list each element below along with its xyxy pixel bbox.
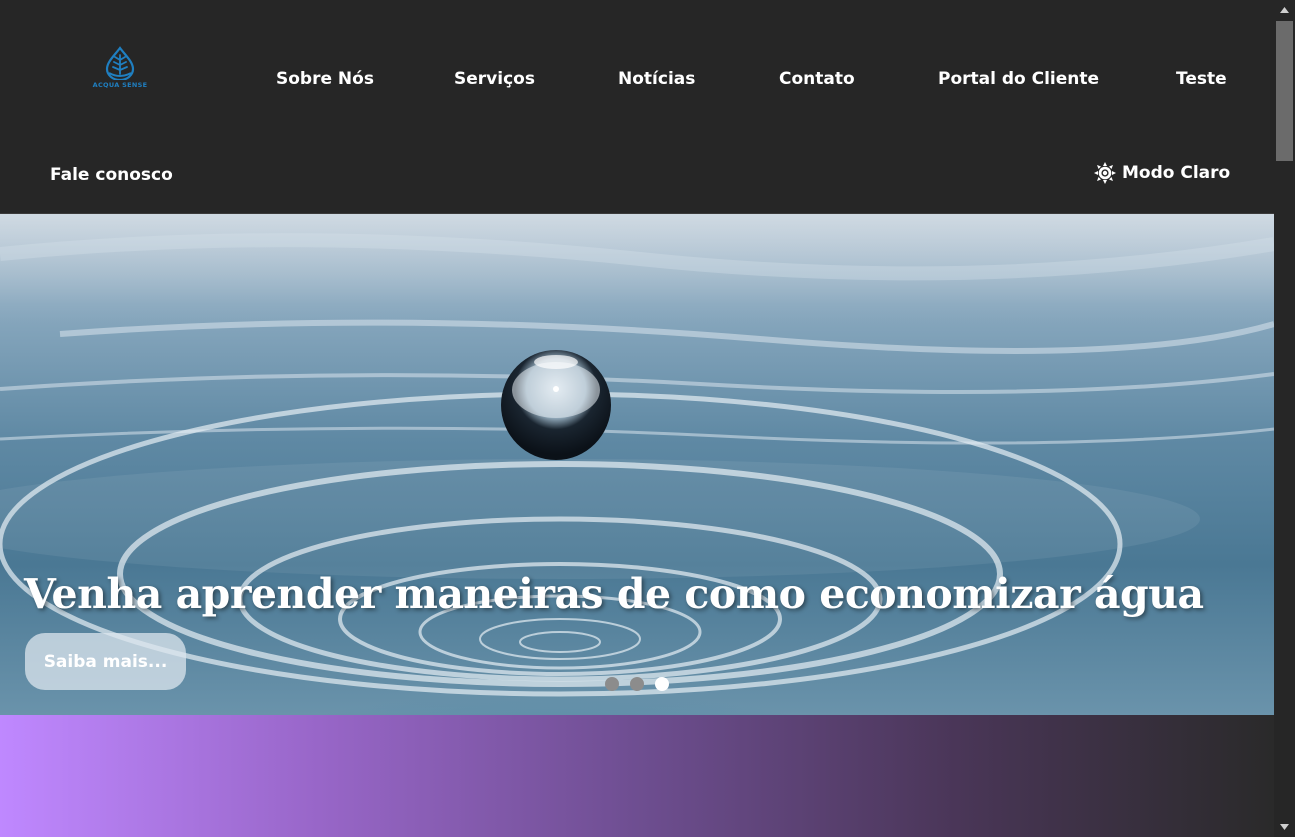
water-drop-image xyxy=(0,214,1274,697)
vertical-scrollbar[interactable] xyxy=(1274,0,1295,837)
brand-logo[interactable]: ACQUA SENSE xyxy=(90,46,150,100)
nav-contato[interactable]: Contato xyxy=(779,68,855,90)
fale-conosco-link[interactable]: Fale conosco xyxy=(50,164,173,186)
water-drop-logo-icon xyxy=(105,46,135,80)
theme-toggle-button[interactable]: Modo Claro xyxy=(1094,162,1230,184)
gradient-section xyxy=(0,715,1274,837)
logo-text: ACQUA SENSE xyxy=(92,81,148,89)
scroll-down-arrow-icon[interactable] xyxy=(1274,819,1295,835)
hero-carousel: Venha aprender maneiras de como economiz… xyxy=(0,214,1274,715)
carousel-dot-3[interactable] xyxy=(655,677,669,691)
scrollbar-thumb[interactable] xyxy=(1276,21,1293,161)
sun-icon xyxy=(1094,162,1116,184)
carousel-dot-2[interactable] xyxy=(630,677,644,691)
carousel-dot-1[interactable] xyxy=(605,677,619,691)
nav-sobre-nos[interactable]: Sobre Nós xyxy=(276,68,374,90)
nav-servicos[interactable]: Serviços xyxy=(454,68,535,90)
carousel-indicators xyxy=(605,677,669,691)
saiba-mais-button[interactable]: Saiba mais... xyxy=(25,633,186,690)
scroll-up-arrow-icon[interactable] xyxy=(1274,2,1295,18)
site-header: ACQUA SENSE Sobre Nós Serviços Notícias … xyxy=(0,0,1274,214)
page: ACQUA SENSE Sobre Nós Serviços Notícias … xyxy=(0,0,1295,837)
theme-toggle-label: Modo Claro xyxy=(1122,163,1231,183)
hero-title: Venha aprender maneiras de como economiz… xyxy=(24,570,1204,618)
viewport: ACQUA SENSE Sobre Nós Serviços Notícias … xyxy=(0,0,1274,837)
nav-portal-do-cliente[interactable]: Portal do Cliente xyxy=(938,68,1099,90)
nav-noticias[interactable]: Notícias xyxy=(618,68,695,90)
nav-teste[interactable]: Teste xyxy=(1176,68,1227,90)
